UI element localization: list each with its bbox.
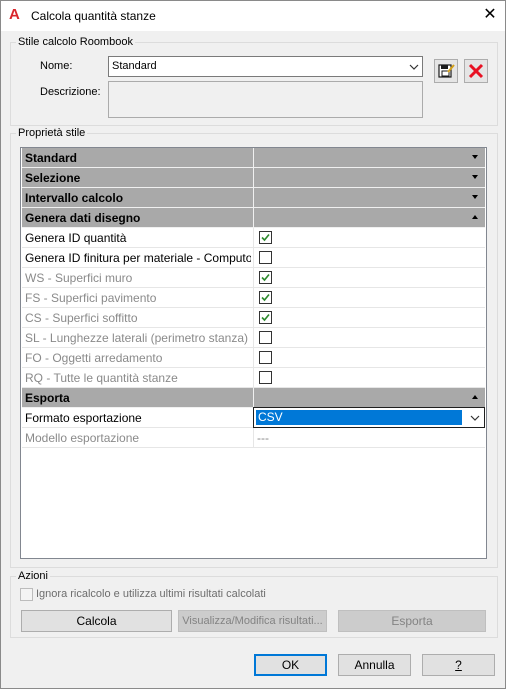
esporta-button[interactable]: Esporta	[338, 610, 486, 632]
autocad-logo-icon: A	[9, 6, 20, 23]
property-label: Genera ID quantità	[25, 231, 127, 245]
property-row-sl: SL - Lunghezze laterali (perimetro stanz…	[22, 328, 485, 348]
export-format-value: CSV	[256, 410, 462, 425]
column-divider	[253, 188, 254, 207]
category-esporta[interactable]: Esporta	[22, 388, 485, 408]
checkbox-unchecked[interactable]	[259, 331, 272, 344]
property-grid: Standard Selezione Intervallo calcolo Ge…	[20, 147, 487, 559]
column-divider	[253, 388, 254, 407]
column-divider	[253, 248, 254, 267]
column-divider	[253, 268, 254, 287]
checkbox-checked[interactable]	[259, 271, 272, 284]
chevron-down-icon	[409, 64, 419, 70]
property-row-formato-esportazione: Formato esportazione CSV	[22, 407, 485, 428]
checkbox-checked[interactable]	[259, 291, 272, 304]
category-selezione[interactable]: Selezione	[22, 168, 485, 188]
property-row-genera-id-finitura: Genera ID finitura per materiale - Compu…	[22, 248, 485, 268]
column-divider	[253, 228, 254, 247]
property-label: RQ - Tutte le quantità stanze	[25, 371, 178, 385]
check-icon	[261, 293, 270, 302]
property-label: Genera ID finitura per materiale - Compu…	[25, 251, 251, 265]
column-divider	[253, 208, 254, 227]
property-label: SL - Lunghezze laterali (perimetro stanz…	[25, 331, 248, 345]
title-bar: A Calcola quantità stanze ✕	[1, 1, 505, 31]
category-intervallo-calcolo[interactable]: Intervallo calcolo	[22, 188, 485, 208]
property-label: FS - Superfici pavimento	[25, 291, 157, 305]
properties-group-legend: Proprietà stile	[16, 127, 88, 139]
property-row-rq: RQ - Tutte le quantità stanze	[22, 368, 485, 388]
export-template-value: ---	[257, 431, 269, 445]
name-dropdown-value: Standard	[112, 60, 157, 72]
category-label: Intervallo calcolo	[25, 191, 124, 205]
category-standard[interactable]: Standard	[22, 148, 485, 168]
description-field	[108, 81, 423, 118]
property-row-cs: CS - Superfici soffitto	[22, 308, 485, 328]
property-row-genera-id-quantita: Genera ID quantità	[22, 228, 485, 248]
column-divider	[253, 288, 254, 307]
save-style-button[interactable]	[434, 59, 458, 83]
checkbox-unchecked[interactable]	[259, 371, 272, 384]
category-label: Standard	[25, 151, 78, 165]
property-label: WS - Superfici muro	[25, 271, 133, 285]
close-button[interactable]: ✕	[479, 4, 501, 26]
property-label: FO - Oggetti arredamento	[25, 351, 163, 365]
style-group-legend: Stile calcolo Roombook	[16, 36, 135, 48]
dialog-window: A Calcola quantità stanze ✕ Stile calcol…	[0, 0, 506, 689]
window-title: Calcola quantità stanze	[31, 9, 156, 23]
ignore-recalc-label: Ignora ricalcolo e utilizza ultimi risul…	[36, 588, 266, 600]
property-row-modello-esportazione: Modello esportazione ---	[22, 428, 485, 448]
property-row-fs: FS - Superfici pavimento	[22, 288, 485, 308]
checkbox-checked[interactable]	[259, 231, 272, 244]
collapse-arrow-icon[interactable]	[472, 195, 478, 199]
ok-button[interactable]: OK	[254, 654, 327, 676]
expand-arrow-icon[interactable]	[472, 215, 478, 219]
description-label: Descrizione:	[40, 86, 101, 98]
actions-group-legend: Azioni	[16, 570, 50, 582]
cancel-button[interactable]: Annulla	[338, 654, 411, 676]
check-icon	[261, 313, 270, 322]
category-label: Selezione	[25, 171, 81, 185]
property-label: CS - Superfici soffitto	[25, 311, 138, 325]
checkbox-unchecked[interactable]	[259, 351, 272, 364]
checkbox-checked[interactable]	[259, 311, 272, 324]
property-row-ws: WS - Superfici muro	[22, 268, 485, 288]
collapse-arrow-icon[interactable]	[472, 155, 478, 159]
expand-arrow-icon[interactable]	[472, 395, 478, 399]
help-label: ?	[455, 658, 462, 672]
delete-style-button[interactable]	[464, 59, 488, 83]
help-button[interactable]: ?	[422, 654, 495, 676]
category-genera-dati-disegno[interactable]: Genera dati disegno	[22, 208, 485, 228]
property-row-fo: FO - Oggetti arredamento	[22, 348, 485, 368]
column-divider	[253, 348, 254, 367]
chevron-down-icon	[470, 415, 480, 421]
column-divider	[253, 428, 254, 447]
collapse-arrow-icon[interactable]	[472, 175, 478, 179]
checkbox-unchecked[interactable]	[259, 251, 272, 264]
column-divider	[253, 148, 254, 167]
save-edit-icon	[438, 64, 455, 78]
name-dropdown[interactable]: Standard	[108, 56, 423, 77]
view-edit-results-button[interactable]: Visualizza/Modifica risultati...	[178, 610, 327, 632]
column-divider	[253, 308, 254, 327]
export-format-dropdown[interactable]: CSV	[253, 407, 485, 428]
calcola-button[interactable]: Calcola	[21, 610, 172, 632]
delete-x-icon	[468, 63, 484, 79]
property-label: Formato esportazione	[25, 411, 142, 425]
check-icon	[261, 273, 270, 282]
column-divider	[253, 368, 254, 387]
name-label: Nome:	[40, 60, 73, 72]
column-divider	[253, 328, 254, 347]
property-label: Modello esportazione	[25, 431, 140, 445]
check-icon	[261, 233, 270, 242]
category-label: Genera dati disegno	[25, 211, 141, 225]
column-divider	[253, 168, 254, 187]
category-label: Esporta	[25, 391, 70, 405]
ignore-recalc-checkbox[interactable]	[20, 588, 33, 601]
